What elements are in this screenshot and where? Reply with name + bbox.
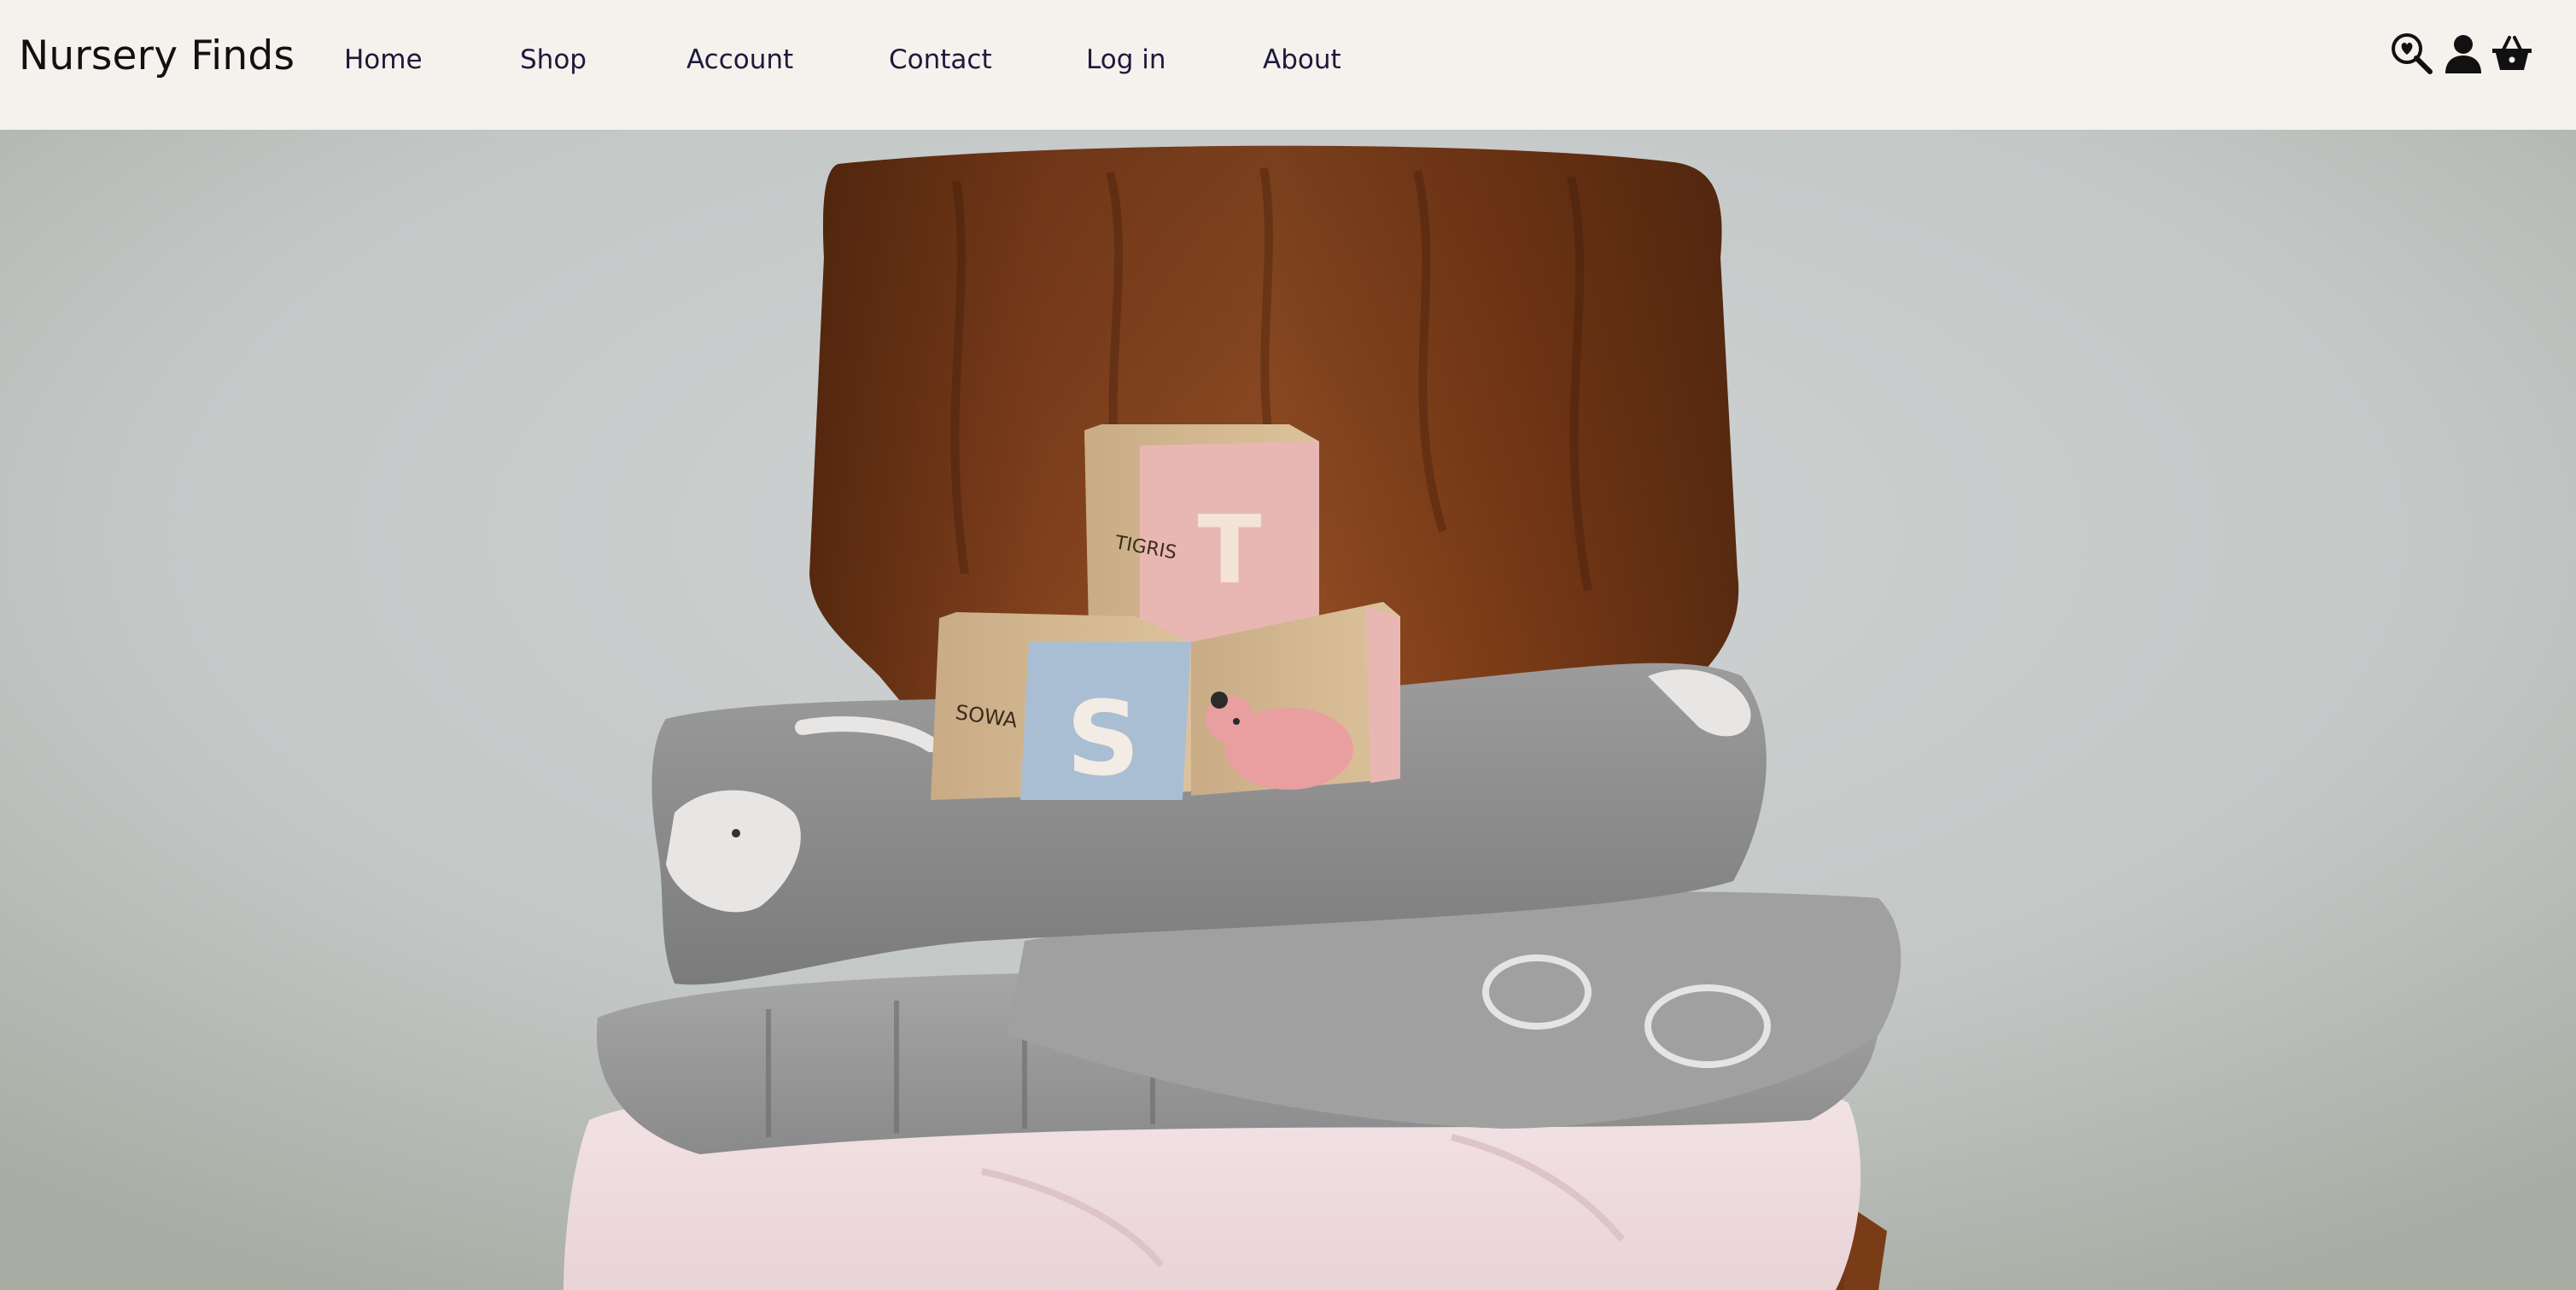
block-t: T TIGRIS	[1084, 424, 1319, 646]
nav-shop[interactable]: Shop	[520, 44, 587, 75]
site-header: Nursery Finds Home Shop Account Contact …	[0, 0, 2576, 130]
nav-home[interactable]: Home	[344, 44, 423, 75]
hero-image: T TIGRIS S SOWA	[0, 130, 2576, 1290]
basket-icon[interactable]	[2489, 31, 2535, 77]
nav-contact[interactable]: Contact	[889, 44, 992, 75]
block-s-letter: S	[1066, 680, 1140, 799]
user-icon[interactable]	[2440, 31, 2486, 77]
block-t-letter: T	[1197, 495, 1261, 604]
block-s: S SOWA	[931, 612, 1191, 800]
nav-login[interactable]: Log in	[1086, 44, 1165, 75]
search-heart-icon[interactable]	[2389, 31, 2435, 77]
nav-about[interactable]: About	[1263, 44, 1341, 75]
brand-logo[interactable]: Nursery Finds	[19, 32, 295, 79]
nav-account[interactable]: Account	[686, 44, 793, 75]
